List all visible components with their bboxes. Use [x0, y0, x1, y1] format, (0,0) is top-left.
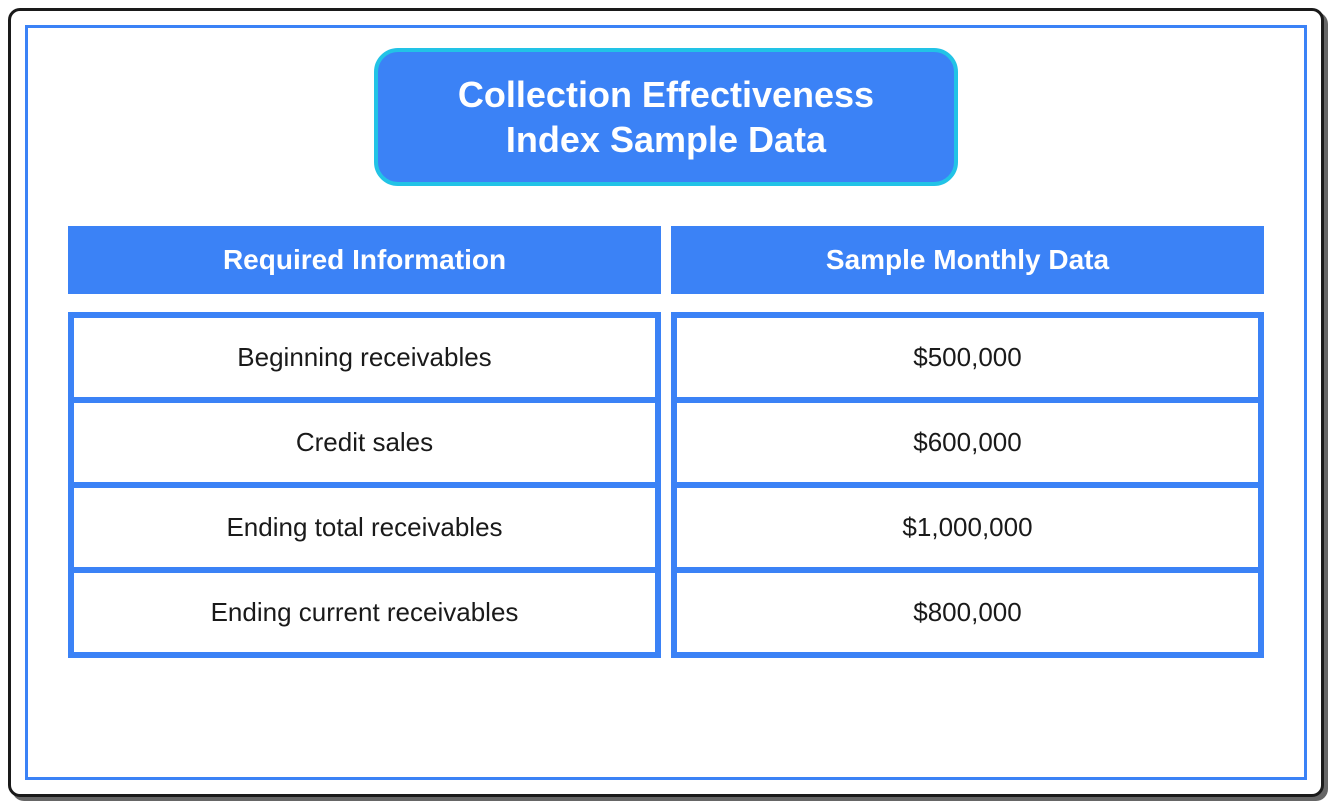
- table-row-label: Ending current receivables: [74, 567, 655, 652]
- title-line-1: Collection Effectiveness: [458, 72, 874, 117]
- table-header-row: Required Information Sample Monthly Data: [68, 226, 1264, 294]
- column-required-information: Beginning receivables Credit sales Endin…: [68, 312, 661, 658]
- table-row-value: $1,000,000: [677, 482, 1258, 567]
- table-row-label: Ending total receivables: [74, 482, 655, 567]
- title-banner: Collection Effectiveness Index Sample Da…: [374, 48, 958, 186]
- column-sample-monthly-data: $500,000 $600,000 $1,000,000 $800,000: [671, 312, 1264, 658]
- table-row-value: $800,000: [677, 567, 1258, 652]
- title-line-2: Index Sample Data: [458, 117, 874, 162]
- inner-frame: Collection Effectiveness Index Sample Da…: [25, 25, 1307, 780]
- header-required-information: Required Information: [68, 226, 661, 294]
- table-body: Beginning receivables Credit sales Endin…: [68, 312, 1264, 658]
- outer-frame: Collection Effectiveness Index Sample Da…: [8, 8, 1324, 797]
- header-sample-monthly-data: Sample Monthly Data: [671, 226, 1264, 294]
- table-row-value: $600,000: [677, 397, 1258, 482]
- data-table: Required Information Sample Monthly Data…: [68, 226, 1264, 658]
- table-row-value: $500,000: [677, 318, 1258, 397]
- table-row-label: Credit sales: [74, 397, 655, 482]
- table-row-label: Beginning receivables: [74, 318, 655, 397]
